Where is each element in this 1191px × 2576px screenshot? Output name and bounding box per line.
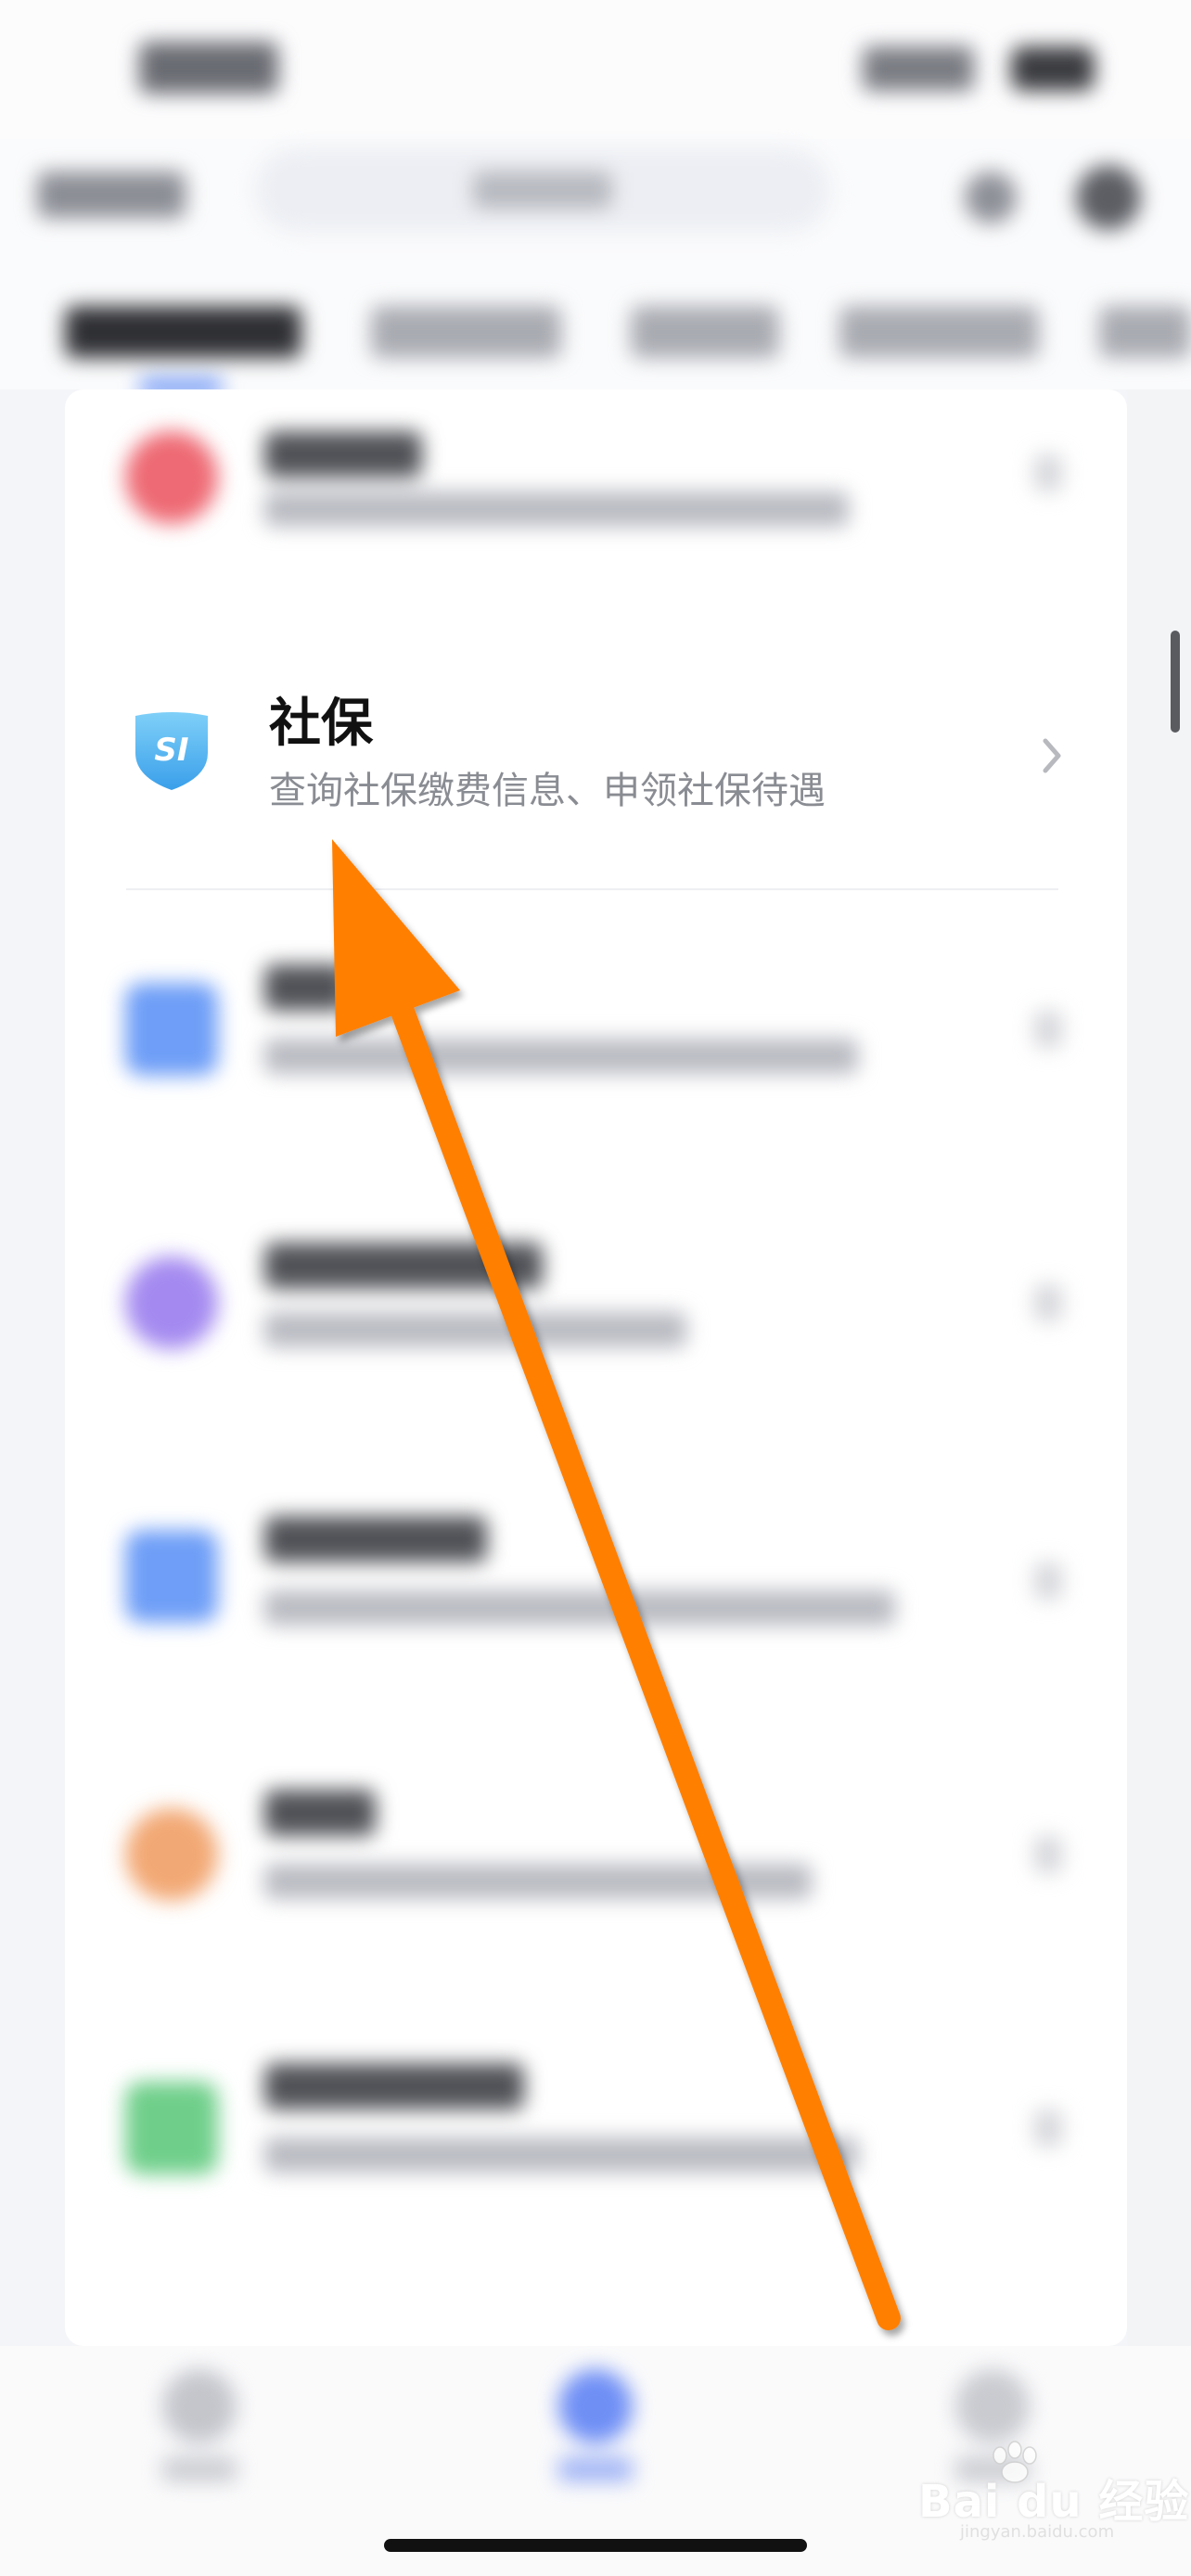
watermark-url: jingyan.baidu.com bbox=[960, 2522, 1115, 2542]
watermark-brand: Bai du 经验 bbox=[918, 2476, 1190, 2528]
annotation-arrow-icon bbox=[332, 839, 901, 2330]
